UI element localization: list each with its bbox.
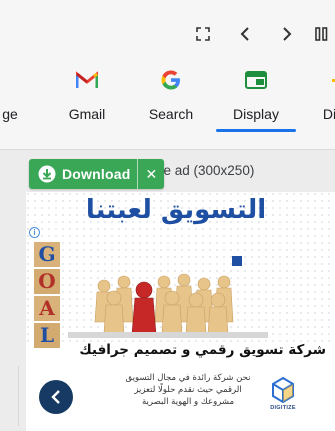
preview-sheet: ge Gmail Search Display Di ge ad (300x25… xyxy=(0,0,335,431)
goal-block: G xyxy=(34,242,60,267)
chevron-left-icon xyxy=(51,390,60,404)
close-icon[interactable]: ✕ xyxy=(137,159,164,189)
cube-logo-icon xyxy=(272,377,294,403)
display-icon xyxy=(245,62,267,98)
download-label: Download xyxy=(62,166,131,182)
partial-icon xyxy=(329,62,335,98)
ad-preview: ge ad (300x250) Download ✕ i التسويق لعب… xyxy=(26,158,335,431)
tab-label: Search xyxy=(148,106,194,122)
ad-headline: التسويق لعبتنا xyxy=(85,195,267,225)
ad-company-name: شركة تسويق رقمي و تصميم جرافيك xyxy=(79,342,326,358)
logo-text: DIGITIZE xyxy=(270,405,296,411)
chevron-right-icon[interactable] xyxy=(271,22,303,46)
ad-size-title: ge ad (300x250) xyxy=(156,163,255,178)
brand-logo: DIGITIZE xyxy=(266,377,300,421)
tab-display[interactable]: Display xyxy=(216,62,296,132)
google-g-icon xyxy=(160,62,182,98)
pause-icon[interactable] xyxy=(309,22,335,46)
chevron-left-icon[interactable] xyxy=(229,22,261,46)
tab-image-partial[interactable]: ge xyxy=(0,62,30,128)
tab-search[interactable]: Search xyxy=(143,62,199,128)
ad-format-tabs: ge Gmail Search Display Di xyxy=(0,62,335,132)
gmail-icon xyxy=(76,62,98,98)
wooden-figures-illustration xyxy=(68,273,268,338)
tab-label: ge xyxy=(2,106,18,122)
download-button[interactable]: Download ✕ xyxy=(29,159,165,189)
goal-block: O xyxy=(34,269,60,294)
goal-blocks: G O A L xyxy=(34,242,60,348)
format-panel: ge Gmail Search Display Di xyxy=(0,0,335,150)
fullscreen-icon[interactable] xyxy=(187,22,219,46)
tab-gmail[interactable]: Gmail xyxy=(62,62,112,128)
ad-description: نحن شركة رائدة في مجال التسويق الرقمي حي… xyxy=(125,373,251,407)
download-icon xyxy=(36,163,58,185)
tab-discover-partial[interactable]: Dis xyxy=(313,62,335,128)
info-icon[interactable]: i xyxy=(29,227,40,238)
side-gutter xyxy=(0,150,26,431)
divider xyxy=(18,366,19,426)
ad-creative[interactable]: i التسويق لعبتنا G O A L شركة تسويق رقمي… xyxy=(26,192,335,431)
tab-label: Gmail xyxy=(68,106,106,122)
preview-controls xyxy=(187,22,335,46)
tab-label: Dis xyxy=(322,106,335,122)
goal-block: A xyxy=(34,296,60,321)
tab-label: Display xyxy=(233,106,279,122)
back-button[interactable] xyxy=(39,380,73,414)
